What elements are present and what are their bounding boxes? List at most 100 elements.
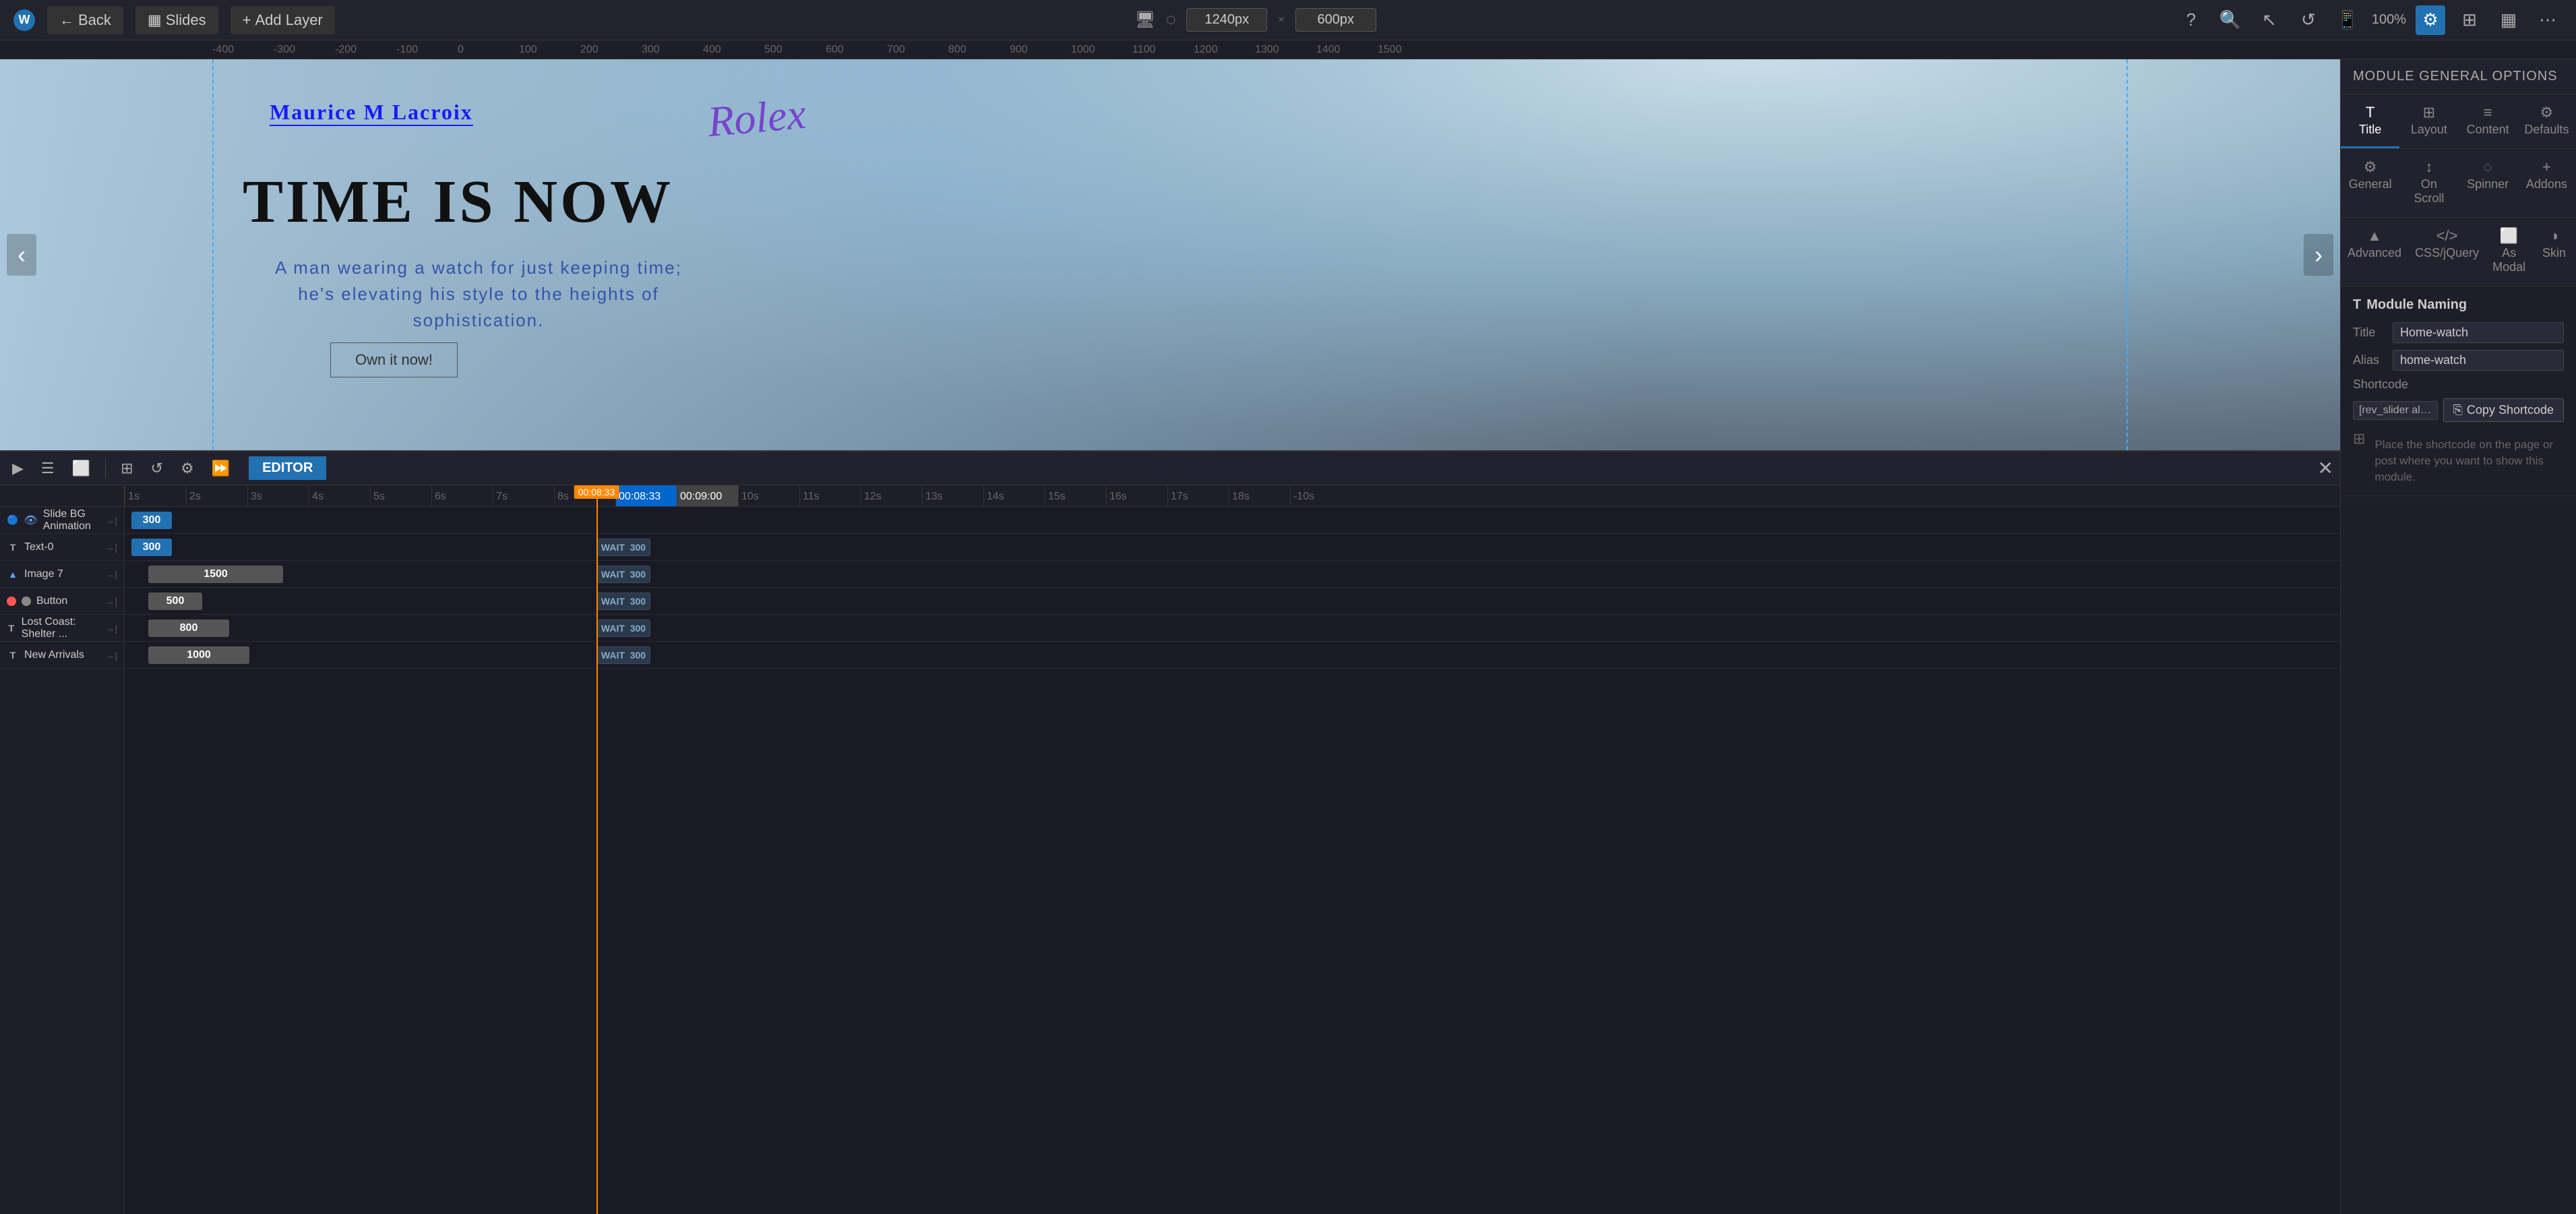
tab-css-jquery[interactable]: </> CSS/jQuery	[2408, 218, 2486, 286]
zoom-out-button[interactable]: 🔍	[2215, 5, 2245, 35]
tab-spinner[interactable]: ◌ Spinner	[2459, 149, 2517, 217]
tab-on-scroll[interactable]: ↕ On Scroll	[2399, 149, 2458, 217]
track-block-new-arrivals[interactable]: 1000	[148, 646, 249, 664]
track-block-wait-text0[interactable]: WAIT 300	[596, 539, 650, 556]
slides-icon: ▦	[148, 11, 162, 29]
tab-as-modal[interactable]: ⬜ As Modal	[2486, 218, 2532, 286]
track-expand-button[interactable]: →|	[105, 596, 117, 607]
track-block-wait-lost-coast[interactable]: WAIT 300	[596, 619, 650, 637]
responsive-button[interactable]: 📱	[2333, 5, 2362, 35]
track-expand-slide-bg[interactable]: →|	[105, 515, 117, 526]
canvas-container: Maurice M Lacroix Rolex TIME IS NOW A ma…	[0, 59, 2340, 450]
ruler-mark: 400	[703, 44, 764, 56]
tab-as-modal-icon: ⬜	[2492, 227, 2525, 245]
tab-general[interactable]: ⚙ General	[2341, 149, 2399, 217]
track-block-wait-new-arrivals[interactable]: WAIT 300	[596, 646, 650, 664]
editor-label: EDITOR	[249, 456, 326, 480]
track-label-slide-bg[interactable]: 🔵 👁 Slide BG Animation →|	[0, 507, 124, 534]
track-expand-lost-coast[interactable]: →|	[105, 623, 117, 634]
track-label-text0[interactable]: T Text-0 →|	[0, 534, 124, 561]
tab-css-jquery-label: CSS/jQuery	[2415, 246, 2479, 260]
copy-shortcode-label: Copy Shortcode	[2467, 403, 2554, 417]
settings-button[interactable]: ⚙	[2416, 5, 2445, 35]
wordpress-logo[interactable]: W	[13, 9, 35, 31]
tl-square-button[interactable]: ⬜	[67, 457, 96, 480]
tl-forward-button[interactable]: ⏩	[206, 457, 235, 480]
track-icon-new-arrivals: T	[7, 649, 19, 661]
alias-field-input[interactable]	[2393, 350, 2564, 371]
top-bar-right: ? 🔍 ↖ ↺ 📱 100% ⚙ ⊞ ▦ ⋯	[2176, 5, 2563, 35]
back-icon: ←	[59, 11, 74, 29]
add-layer-icon: +	[243, 11, 251, 29]
track-label-button[interactable]: Button →|	[0, 588, 124, 615]
track-row-image7: 1500 WAIT 300	[125, 561, 2340, 588]
track-block-wait-button[interactable]: WAIT 300	[596, 593, 650, 610]
tab-defaults[interactable]: ⚙ Defaults	[2517, 94, 2576, 148]
tl-loop-button[interactable]: ↺	[146, 457, 168, 480]
track-expand-text0[interactable]: →|	[105, 542, 117, 553]
track-block-text0[interactable]: 300	[131, 539, 172, 556]
copy-shortcode-button[interactable]: ⎘ Copy Shortcode	[2443, 398, 2564, 422]
slide-cta-button[interactable]: Own it now!	[330, 342, 458, 377]
tab-advanced-label: Advanced	[2348, 246, 2401, 260]
more-button[interactable]: ⋯	[2533, 5, 2563, 35]
track-block-wait-image7[interactable]: WAIT 300	[596, 566, 650, 583]
res-x: ×	[1278, 14, 1284, 26]
add-layer-button[interactable]: + Add Layer	[231, 6, 335, 34]
tab-content[interactable]: ≡ Content	[2459, 94, 2517, 148]
track-icon-lost-coast: T	[7, 622, 16, 634]
tab-title[interactable]: T Title	[2341, 94, 2399, 148]
tl-mark-2s: 2s	[186, 485, 247, 506]
ruler-mark: -100	[396, 44, 458, 56]
tl-mark-6s: 6s	[431, 485, 493, 506]
resolution-separator: ⬡	[1166, 13, 1175, 27]
timeline-ruler: 1s 2s 3s 4s 5s 6s 7s 8s 00:08:33 00:09:0…	[125, 485, 2340, 507]
title-field-input[interactable]	[2393, 322, 2564, 343]
ruler-mark: 600	[826, 44, 887, 56]
tab-addons[interactable]: + Addons	[2517, 149, 2576, 217]
tab-spinner-icon: ◌	[2465, 158, 2511, 176]
ruler-mark: -400	[212, 44, 274, 56]
tab-css-jquery-icon: </>	[2415, 227, 2479, 245]
track-block-lost-coast[interactable]: 800	[148, 619, 229, 637]
tl-mark-16s: 16s	[1106, 485, 1167, 506]
module-naming-title[interactable]: T Module Naming	[2353, 297, 2564, 313]
tab-layout[interactable]: ⊞ Layout	[2399, 94, 2458, 148]
tab-advanced[interactable]: ▲ Advanced	[2341, 218, 2408, 286]
undo-button[interactable]: ↺	[2294, 5, 2323, 35]
tl-list-button[interactable]: ☰	[36, 457, 60, 480]
tab-as-modal-label: As Modal	[2492, 246, 2525, 274]
track-label-image7[interactable]: ▲ Image 7 →|	[0, 561, 124, 588]
grid-button[interactable]: ⊞	[2455, 5, 2484, 35]
ruler: -400 -300 -200 -100 0 100 200 300 400 50…	[0, 40, 2576, 59]
tl-close-button[interactable]: ✕	[2318, 457, 2333, 479]
height-input[interactable]	[1295, 8, 1376, 32]
track-name-image7: Image 7	[24, 568, 63, 580]
responsive2-button[interactable]: ▦	[2494, 5, 2523, 35]
track-row-slide-bg: 300	[125, 507, 2340, 534]
desktop-icon[interactable]: 🖥	[1135, 10, 1155, 30]
width-input[interactable]	[1186, 8, 1267, 32]
help-button[interactable]: ?	[2176, 5, 2206, 35]
track-expand-image7[interactable]: →|	[105, 569, 117, 580]
pointer-button[interactable]: ↖	[2255, 5, 2284, 35]
track-block-button[interactable]: 500	[148, 593, 202, 610]
track-label-lost-coast[interactable]: T Lost Coast: Shelter ... →|	[0, 615, 124, 642]
tab-skin-icon: ◑	[2539, 227, 2569, 245]
back-button[interactable]: ← Back	[47, 6, 123, 34]
tl-settings-button[interactable]: ⚙	[175, 457, 200, 480]
tl-grid-button[interactable]: ⊞	[115, 457, 138, 480]
tl-play-button[interactable]: ▶	[7, 457, 29, 480]
track-ruler-spacer	[0, 485, 124, 507]
track-label-new-arrivals[interactable]: T New Arrivals →|	[0, 642, 124, 669]
slide-next-button[interactable]: ›	[2304, 234, 2333, 276]
slide-prev-button[interactable]: ‹	[7, 234, 36, 276]
slides-button[interactable]: ▦ Slides	[135, 6, 218, 34]
tab-defaults-icon: ⚙	[2524, 104, 2569, 121]
track-expand-new-arrivals[interactable]: →|	[105, 650, 117, 661]
track-block-image7[interactable]: 1500	[148, 566, 283, 583]
track-block-slide-bg[interactable]: 300	[131, 512, 172, 529]
module-naming-section: T Module Naming Title Alias Shortcode [r…	[2341, 286, 2576, 496]
tab-skin[interactable]: ◑ Skin	[2532, 218, 2576, 286]
tab-on-scroll-label: On Scroll	[2414, 177, 2444, 205]
